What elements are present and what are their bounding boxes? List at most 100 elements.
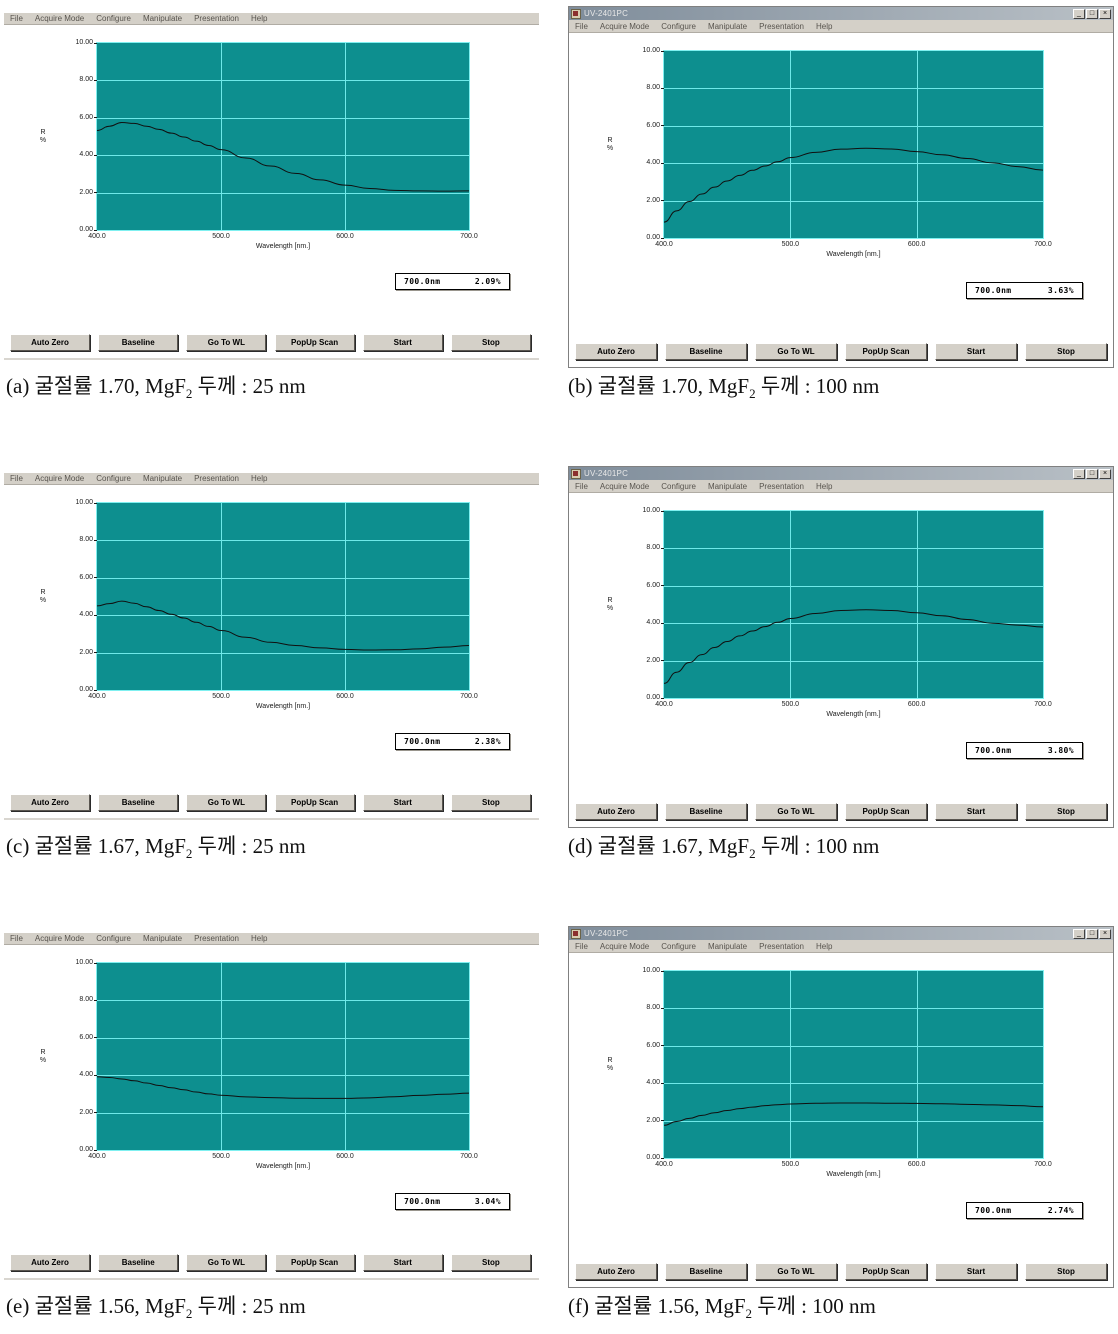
menu-item-help[interactable]: Help [251,14,267,23]
menu-item-manipulate[interactable]: Manipulate [708,942,747,951]
button-popup-scan[interactable]: PopUp Scan [845,1263,927,1280]
button-stop[interactable]: Stop [450,1254,531,1271]
button-baseline[interactable]: Baseline [665,803,747,820]
button-go-to-wl[interactable]: Go To WL [186,794,267,811]
menu-item-presentation[interactable]: Presentation [194,934,239,943]
button-go-to-wl[interactable]: Go To WL [186,1254,267,1271]
button-popup-scan[interactable]: PopUp Scan [274,334,355,351]
button-auto-zero[interactable]: Auto Zero [10,1254,90,1271]
menu-item-file[interactable]: File [575,482,588,491]
menu-item-presentation[interactable]: Presentation [194,474,239,483]
panel-caption-e: (e) 굴절률 1.56, MgF2 두께 : 25 nm [6,1290,306,1322]
panel-caption-a: (a) 굴절률 1.70, MgF2 두께 : 25 nm [6,370,306,402]
maximize-button[interactable]: □ [1086,928,1098,939]
minimize-button[interactable]: _ [1073,468,1085,479]
menu-item-acquire-mode[interactable]: Acquire Mode [600,22,649,31]
button-stop[interactable]: Stop [1025,803,1107,820]
button-stop[interactable]: Stop [450,334,531,351]
menu-item-manipulate[interactable]: Manipulate [708,22,747,31]
menu-item-presentation[interactable]: Presentation [194,14,239,23]
menu-item-acquire-mode[interactable]: Acquire Mode [35,934,84,943]
window-controls: _ □ × [1073,8,1111,19]
menu-item-configure[interactable]: Configure [96,934,131,943]
y-axis-tick: 2.00 [61,1109,97,1116]
menu-item-configure[interactable]: Configure [661,482,696,491]
menu-item-file[interactable]: File [575,22,588,31]
button-start[interactable]: Start [935,1263,1017,1280]
button-go-to-wl[interactable]: Go To WL [186,334,267,351]
button-popup-scan[interactable]: PopUp Scan [845,343,927,360]
y-axis-tick: 10.00 [61,959,97,966]
menu-item-presentation[interactable]: Presentation [759,22,804,31]
spectrum-trace-e [97,1076,469,1099]
button-auto-zero[interactable]: Auto Zero [575,803,657,820]
menu-item-help[interactable]: Help [816,22,832,31]
menu-item-acquire-mode[interactable]: Acquire Mode [600,482,649,491]
menu-item-file[interactable]: File [10,14,23,23]
minimize-button[interactable]: _ [1073,8,1085,19]
x-axis-tick: 700.0 [460,233,478,240]
button-start[interactable]: Start [362,794,443,811]
menu-item-acquire-mode[interactable]: Acquire Mode [35,474,84,483]
menu-item-configure[interactable]: Configure [661,22,696,31]
plot-area-e [97,963,469,1150]
control-button-row: Auto Zero Baseline Go To WL PopUp Scan Start… [10,1254,531,1271]
button-go-to-wl[interactable]: Go To WL [755,1263,837,1280]
close-button[interactable]: × [1099,8,1111,19]
y-axis-tick: 0.00 [628,1154,664,1161]
button-start[interactable]: Start [935,803,1017,820]
menu-item-configure[interactable]: Configure [661,942,696,951]
button-go-to-wl[interactable]: Go To WL [755,803,837,820]
x-axis-tick: 500.0 [212,233,230,240]
button-baseline[interactable]: Baseline [665,1263,747,1280]
app-window-a: File Acquire Mode Configure Manipulate Prese… [4,12,539,360]
menu-item-configure[interactable]: Configure [96,474,131,483]
button-stop[interactable]: Stop [1025,1263,1107,1280]
menu-item-manipulate[interactable]: Manipulate [143,474,182,483]
button-baseline[interactable]: Baseline [98,334,179,351]
button-auto-zero[interactable]: Auto Zero [10,334,90,351]
button-start[interactable]: Start [362,1254,443,1271]
panel-caption-d: (d) 굴절률 1.67, MgF2 두께 : 100 nm [568,830,879,862]
button-auto-zero[interactable]: Auto Zero [575,343,657,360]
menu-item-file[interactable]: File [10,474,23,483]
button-baseline[interactable]: Baseline [98,1254,179,1271]
wavelength-readout-e: 700.0nm 3.04% [395,1193,510,1210]
figure-panel-a: File Acquire Mode Configure Manipulate Prese… [4,12,539,360]
button-popup-scan[interactable]: PopUp Scan [274,794,355,811]
menu-item-acquire-mode[interactable]: Acquire Mode [35,14,84,23]
y-axis-tick: 4.00 [61,611,97,618]
button-stop[interactable]: Stop [1025,343,1107,360]
menu-item-manipulate[interactable]: Manipulate [143,14,182,23]
button-stop[interactable]: Stop [450,794,531,811]
close-button[interactable]: × [1099,468,1111,479]
menu-item-presentation[interactable]: Presentation [759,482,804,491]
button-baseline[interactable]: Baseline [98,794,179,811]
caption-text-before: 굴절률 1.56, MgF [34,1294,186,1318]
maximize-button[interactable]: □ [1086,8,1098,19]
menu-item-help[interactable]: Help [251,474,267,483]
menu-item-help[interactable]: Help [251,934,267,943]
menu-item-manipulate[interactable]: Manipulate [708,482,747,491]
menu-item-manipulate[interactable]: Manipulate [143,934,182,943]
menu-item-help[interactable]: Help [816,942,832,951]
menu-item-acquire-mode[interactable]: Acquire Mode [600,942,649,951]
button-baseline[interactable]: Baseline [665,343,747,360]
menu-item-file[interactable]: File [10,934,23,943]
button-popup-scan[interactable]: PopUp Scan [845,803,927,820]
menu-item-presentation[interactable]: Presentation [759,942,804,951]
button-auto-zero[interactable]: Auto Zero [10,794,90,811]
button-start[interactable]: Start [362,334,443,351]
close-button[interactable]: × [1099,928,1111,939]
maximize-button[interactable]: □ [1086,468,1098,479]
button-go-to-wl[interactable]: Go To WL [755,343,837,360]
menu-item-configure[interactable]: Configure [96,14,131,23]
minimize-button[interactable]: _ [1073,928,1085,939]
button-start[interactable]: Start [935,343,1017,360]
y-axis-label: R% [31,1049,55,1065]
menu-item-file[interactable]: File [575,942,588,951]
y-axis-label-percent: % [606,144,614,152]
button-auto-zero[interactable]: Auto Zero [575,1263,657,1280]
button-popup-scan[interactable]: PopUp Scan [274,1254,355,1271]
menu-item-help[interactable]: Help [816,482,832,491]
